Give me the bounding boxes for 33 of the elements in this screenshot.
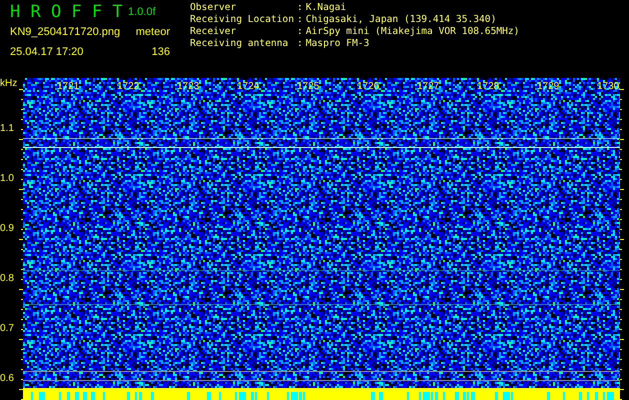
version-label: 1.0.0f [128, 6, 156, 18]
info-separator: : [296, 14, 303, 26]
info-separator: : [296, 38, 303, 50]
meteor-count: 136 [152, 46, 170, 58]
time-label: 1725 [297, 81, 320, 93]
count-label: meteor [136, 26, 170, 38]
time-label: 1728 [477, 81, 500, 93]
info-label: Receiving antenna [190, 38, 290, 50]
time-label: 1721 [57, 81, 80, 93]
axis-label: 0.9 [0, 223, 14, 235]
info-value: Chigasaki, Japan (139.414 35.340) [306, 14, 498, 26]
info-label: Observer [190, 2, 238, 14]
axis-unit: kHz [0, 78, 18, 91]
info-value: K.Nagai [306, 2, 348, 14]
time-label: 1730 [597, 81, 620, 93]
time-label: 1723 [177, 81, 200, 93]
info-separator: : [296, 2, 303, 14]
axis-label: 1.0 [0, 173, 14, 185]
info-value: AirSpy mini (Miakejima VOR 108.65MHz) [306, 26, 520, 38]
axis-label: 0.6 [0, 373, 14, 385]
axis-label: 1.1 [0, 123, 14, 135]
info-label: Receiving Location [190, 14, 294, 26]
time-label: 1726 [357, 81, 380, 93]
axis-label: 0.7 [0, 323, 14, 335]
axis-label: 0.8 [0, 273, 14, 285]
info-label: Receiver [190, 26, 238, 38]
time-label: 1727 [417, 81, 440, 93]
app-title: H R O F F T [10, 2, 124, 22]
info-value: Maspro FM-3 [306, 38, 370, 50]
info-separator: : [296, 26, 303, 38]
date-time: 25.04.17 17:20 [10, 46, 84, 58]
file-name: KN9_2504171720.png [10, 26, 120, 38]
time-label: 1729 [537, 81, 560, 93]
